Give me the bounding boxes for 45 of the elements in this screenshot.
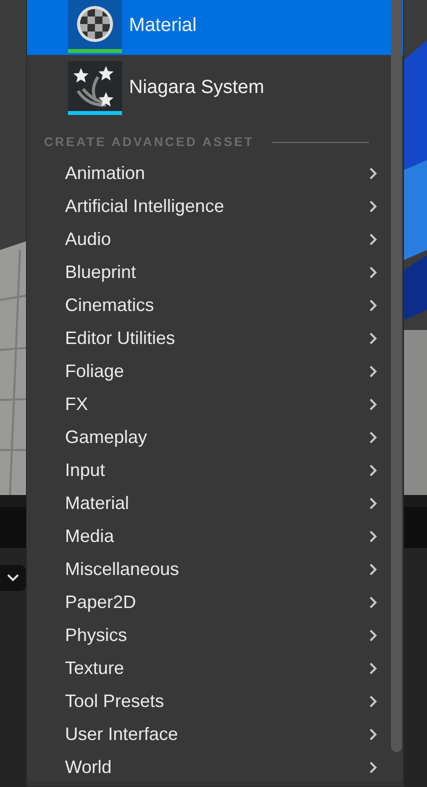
chevron-right-icon (369, 629, 377, 642)
submenu-item[interactable]: Audio (27, 223, 403, 256)
submenu-item[interactable]: Gameplay (27, 421, 403, 454)
chevron-right-icon (369, 332, 377, 345)
submenu-item[interactable]: Editor Utilities (27, 322, 403, 355)
submenu-item[interactable]: Physics (27, 619, 403, 652)
submenu-item[interactable]: Texture (27, 652, 403, 685)
menu-item[interactable]: Niagara System (27, 59, 403, 117)
chevron-right-icon (369, 497, 377, 510)
submenu-item[interactable]: User Interface (27, 718, 403, 751)
submenu-item[interactable]: World (27, 751, 403, 784)
stars-icon (68, 61, 122, 115)
submenu-item[interactable]: Paper2D (27, 586, 403, 619)
chevron-right-icon (369, 398, 377, 411)
submenu-item[interactable]: Foliage (27, 355, 403, 388)
chevron-down-icon (7, 574, 19, 582)
scrollbar[interactable] (391, 0, 402, 752)
chevron-right-icon (369, 431, 377, 444)
chevron-right-icon (369, 662, 377, 675)
chevron-right-icon (369, 530, 377, 543)
chevron-right-icon (369, 299, 377, 312)
menu-item[interactable]: Material (27, 0, 403, 55)
submenu-item[interactable]: Cinematics (27, 289, 403, 322)
submenu-item[interactable]: Tool Presets (27, 685, 403, 718)
chevron-right-icon (369, 695, 377, 708)
submenu-item[interactable]: Miscellaneous (27, 553, 403, 586)
chevron-right-icon (369, 365, 377, 378)
chevron-right-icon (369, 563, 377, 576)
chevron-right-icon (369, 233, 377, 246)
submenu-item[interactable]: Artificial Intelligence (27, 190, 403, 223)
chevron-right-icon (369, 266, 377, 279)
dropdown-button[interactable] (0, 565, 26, 591)
submenu-item[interactable]: Media (27, 520, 403, 553)
chevron-right-icon (369, 728, 377, 741)
chevron-right-icon (369, 596, 377, 609)
submenu-item[interactable]: Material (27, 487, 403, 520)
chevron-right-icon (369, 200, 377, 213)
chevron-right-icon (369, 761, 377, 774)
submenu-item[interactable]: FX (27, 388, 403, 421)
submenu-item[interactable]: Blueprint (27, 256, 403, 289)
chevron-right-icon (369, 464, 377, 477)
submenu-item[interactable]: Input (27, 454, 403, 487)
submenu-item[interactable]: Animation (27, 157, 403, 190)
checker-sphere-icon (68, 0, 122, 53)
chevron-right-icon (369, 167, 377, 180)
